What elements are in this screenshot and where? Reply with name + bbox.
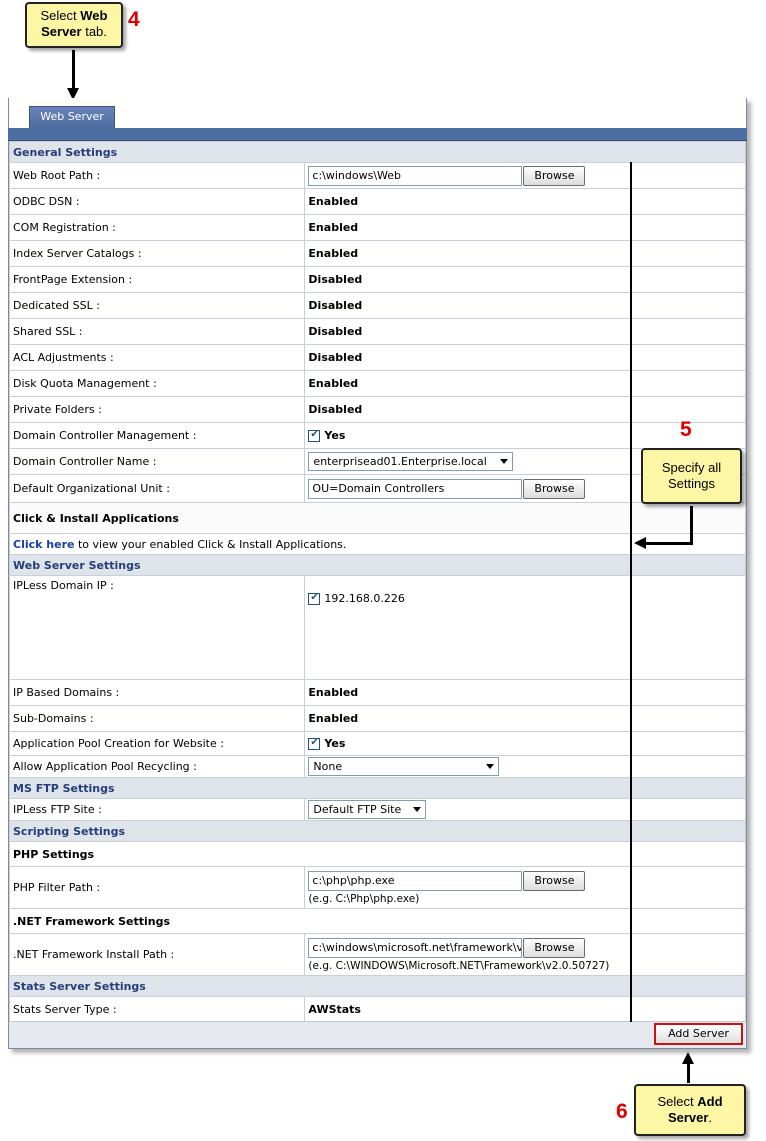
- step-number-5: 5: [680, 418, 692, 441]
- ipless-ftp-label: IPLess FTP Site :: [8, 798, 306, 821]
- ou-label: Default Organizational Unit :: [8, 474, 306, 503]
- quota-label: Disk Quota Management :: [8, 370, 306, 397]
- frontpage-value: Disabled: [304, 266, 746, 293]
- app-pool-cell: Yes: [304, 731, 746, 756]
- chevron-down-icon: [500, 459, 509, 464]
- net-path-input[interactable]: c:\windows\microsoft.net\framework\v: [308, 937, 523, 958]
- stats-type-label: Stats Server Type :: [8, 996, 306, 1022]
- acl-label: ACL Adjustments :: [8, 344, 306, 371]
- shared-ssl-value: Disabled: [304, 318, 746, 345]
- odbc-label: ODBC DSN :: [8, 188, 306, 215]
- click-install-title: Click & Install Applications: [9, 502, 746, 534]
- net-settings-title: .NET Framework Settings: [9, 908, 746, 934]
- net-path-label: .NET Framework Install Path :: [8, 933, 306, 976]
- dc-management-label: Domain Controller Management :: [8, 422, 306, 449]
- click-install-text: to view your enabled Click & Install App…: [74, 537, 347, 551]
- callout-text: .: [708, 1110, 713, 1125]
- dc-name-selected: enterprisead01.Enterprise.local: [313, 455, 487, 468]
- callout-text: Select: [40, 8, 81, 23]
- private-folders-label: Private Folders :: [8, 396, 306, 423]
- recycle-select[interactable]: None: [308, 757, 500, 776]
- arrow-line-5-horizontal: [645, 542, 693, 545]
- net-path-hint: (e.g. C:\WINDOWS\Microsoft.NET\Framework…: [308, 959, 610, 972]
- ipless-ip-label: IPLess Domain IP :: [8, 575, 306, 680]
- dc-name-label: Domain Controller Name :: [8, 448, 306, 475]
- net-path-cell: c:\windows\microsoft.net\framework\v Brow…: [304, 933, 746, 976]
- stats-type-value: AWStats: [304, 996, 746, 1022]
- recycle-selected: None: [313, 760, 343, 773]
- dc-management-checkbox[interactable]: [308, 429, 321, 442]
- php-browse-button[interactable]: Browse: [523, 870, 586, 891]
- section-web-server-settings: Web Server Settings: [9, 554, 746, 576]
- net-browse-button[interactable]: Browse: [523, 937, 586, 958]
- web-root-label: Web Root Path :: [8, 162, 306, 189]
- chevron-down-icon: [486, 764, 495, 769]
- ipless-ftp-selected: Default FTP Site: [313, 803, 402, 816]
- ipless-ftp-cell: Default FTP Site: [304, 798, 746, 821]
- shared-ssl-label: Shared SSL :: [8, 318, 306, 345]
- settings-form: General Settings Web Root Path : c:\wind…: [8, 141, 746, 1022]
- sub-domains-label: Sub-Domains :: [8, 705, 306, 732]
- app-pool-checkbox[interactable]: [308, 737, 321, 750]
- section-ms-ftp-settings: MS FTP Settings: [9, 777, 746, 799]
- dedicated-ssl-value: Disabled: [304, 292, 746, 319]
- acl-value: Disabled: [304, 344, 746, 371]
- quota-value: Enabled: [304, 370, 746, 397]
- web-root-input[interactable]: c:\windows\Web: [308, 165, 523, 186]
- php-path-input[interactable]: c:\php\php.exe: [308, 870, 523, 891]
- ip-based-label: IP Based Domains :: [8, 679, 306, 706]
- ipless-ip-value: 192.168.0.226: [324, 592, 405, 605]
- recycle-cell: None: [304, 755, 746, 778]
- app-pool-label: Application Pool Creation for Website :: [8, 731, 306, 756]
- chevron-down-icon: [413, 807, 422, 812]
- php-path-label: PHP Filter Path :: [8, 866, 306, 909]
- web-root-browse-button[interactable]: Browse: [523, 165, 586, 186]
- com-value: Enabled: [304, 214, 746, 241]
- tab-web-server[interactable]: Web Server: [29, 106, 115, 128]
- php-path-hint: (e.g. C:\Php\php.exe): [308, 892, 420, 905]
- ipless-ftp-select[interactable]: Default FTP Site: [308, 800, 427, 819]
- sub-domains-value: Enabled: [304, 705, 746, 732]
- app-pool-value: Yes: [324, 737, 346, 750]
- tab-bar: [8, 128, 747, 141]
- index-value: Enabled: [304, 240, 746, 267]
- php-path-cell: c:\php\php.exe Browse (e.g. C:\Php\php.exe…: [304, 866, 746, 909]
- callout-select-add-server: Select Add Server.: [634, 1084, 746, 1136]
- web-root-cell: c:\windows\Web Browse: [304, 162, 746, 189]
- form-footer: [9, 1021, 746, 1048]
- click-here-link[interactable]: Click here: [13, 538, 74, 551]
- php-settings-title: PHP Settings: [9, 841, 746, 867]
- arrow-head-left-icon: [634, 537, 646, 549]
- recycle-label: Allow Application Pool Recycling :: [8, 755, 306, 778]
- step-number-6: 6: [616, 1100, 628, 1123]
- section-stats-server-settings: Stats Server Settings: [9, 975, 746, 997]
- arrow-line-5-vertical: [690, 506, 693, 544]
- ou-input[interactable]: OU=Domain Controllers: [308, 478, 523, 499]
- dc-management-value: Yes: [324, 429, 346, 442]
- index-label: Index Server Catalogs :: [8, 240, 306, 267]
- ou-browse-button[interactable]: Browse: [523, 478, 586, 499]
- odbc-value: Enabled: [304, 188, 746, 215]
- com-label: COM Registration :: [8, 214, 306, 241]
- callout-text: tab.: [81, 24, 107, 39]
- arrow-line-4: [72, 50, 75, 90]
- ipless-ip-cell: 192.168.0.226: [304, 575, 746, 680]
- callout-text: Select: [657, 1094, 698, 1109]
- section-scripting-settings: Scripting Settings: [9, 820, 746, 842]
- ipless-ip-checkbox[interactable]: [308, 592, 321, 605]
- section-general-settings: General Settings: [9, 141, 746, 163]
- dc-name-select[interactable]: enterprisead01.Enterprise.local: [308, 452, 514, 471]
- step-number-4: 4: [128, 8, 140, 31]
- callout-specify-settings: Specify all Settings: [641, 448, 742, 504]
- add-server-button[interactable]: Add Server: [654, 1023, 743, 1045]
- arrow-line-6: [687, 1062, 690, 1083]
- ip-based-value: Enabled: [304, 679, 746, 706]
- bracket-line: [630, 162, 632, 1022]
- callout-select-web-server-tab: Select Web Server tab.: [25, 2, 123, 48]
- dedicated-ssl-label: Dedicated SSL :: [8, 292, 306, 319]
- callout-text: Specify all Settings: [661, 460, 722, 491]
- frontpage-label: FrontPage Extension :: [8, 266, 306, 293]
